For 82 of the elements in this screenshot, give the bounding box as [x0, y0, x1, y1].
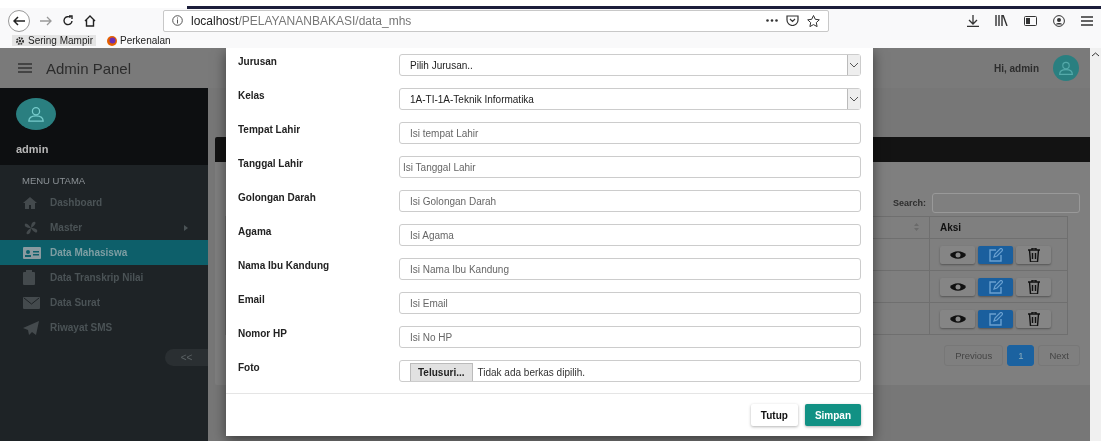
paper-plane-icon: [23, 320, 39, 335]
file-input-field[interactable]: Telusuri... Tidak ada berkas dipilih.: [399, 360, 861, 382]
delete-button[interactable]: [1016, 245, 1051, 264]
more-dots-icon[interactable]: [766, 19, 778, 22]
dropdown-field[interactable]: Pilih Jurusan..: [399, 54, 861, 76]
trash-icon: [1027, 279, 1040, 294]
avatar-icon: [16, 98, 56, 130]
save-button[interactable]: Simpan: [804, 404, 861, 426]
fan-icon: [23, 219, 39, 236]
home-icon[interactable]: [84, 14, 96, 27]
address-bar[interactable]: localhost/PELAYANANBAKASI/data_mhs: [163, 9, 829, 32]
page-button[interactable]: 1: [1007, 345, 1035, 366]
date-field[interactable]: Isi Tanggal Lahir: [399, 156, 861, 178]
chevron-down-icon: [850, 96, 858, 102]
menu-section-title: MENU UTAMA: [21, 174, 87, 188]
field-label: Nama Ibu Kandung: [238, 259, 331, 271]
input-field[interactable]: Isi Email: [399, 292, 861, 314]
id-card-icon: [23, 246, 41, 259]
scroll-up-icon[interactable]: [1092, 52, 1099, 57]
close-button[interactable]: Tutup: [750, 404, 798, 426]
field-label: Tanggal Lahir: [238, 157, 304, 169]
menu-icon[interactable]: [1081, 15, 1093, 26]
view-button[interactable]: [940, 277, 975, 296]
field-label: Email: [238, 293, 266, 305]
field-label: Kelas: [238, 89, 266, 101]
forward-icon[interactable]: [40, 15, 52, 26]
bookmark-item[interactable]: Sering Mampir: [12, 35, 97, 46]
browser-logo-icon: [107, 35, 118, 46]
url-text: localhost/PELAYANANBAKASI/data_mhs: [191, 13, 413, 28]
sidebar-icon[interactable]: [1024, 15, 1037, 26]
field-label: Foto: [238, 361, 261, 373]
scrollbar[interactable]: [1090, 48, 1101, 441]
browse-button[interactable]: Telusuri...: [410, 363, 473, 381]
field-label: Jurusan: [238, 55, 278, 67]
download-icon[interactable]: [967, 14, 979, 27]
trash-icon: [1027, 247, 1040, 262]
delete-button[interactable]: [1016, 277, 1051, 296]
field-label: Nomor HP: [238, 327, 288, 339]
eye-icon: [949, 281, 966, 292]
field-label: Golongan Darah: [238, 191, 317, 203]
reload-icon[interactable]: [62, 14, 74, 27]
search-field[interactable]: [932, 193, 1080, 213]
back-button[interactable]: [8, 9, 30, 32]
input-field[interactable]: Isi tempat Lahir: [399, 122, 861, 144]
envelope-icon: [23, 296, 40, 309]
collapse-button[interactable]: <<: [165, 349, 208, 366]
column-header: Aksi: [929, 216, 1068, 239]
eye-icon: [949, 313, 966, 324]
view-button[interactable]: [940, 245, 975, 264]
view-button[interactable]: [940, 309, 975, 328]
previous-button[interactable]: Previous: [944, 345, 1004, 366]
user-name: admin: [16, 143, 50, 155]
account-icon[interactable]: [1053, 14, 1065, 27]
delete-button[interactable]: [1016, 309, 1051, 328]
dropdown-field[interactable]: 1A-TI-1A-Teknik Informatika: [399, 88, 861, 110]
edit-icon: [988, 247, 1003, 262]
file-status: Tidak ada berkas dipilih.: [477, 367, 585, 380]
star-icon[interactable]: [807, 14, 820, 27]
eye-icon: [949, 249, 966, 260]
app-title: Admin Panel: [46, 59, 132, 77]
edit-icon: [988, 311, 1003, 326]
field-label: Agama: [238, 225, 273, 237]
field-label: Tempat Lahir: [238, 123, 302, 135]
sidebar-item-label: Data Mahasiswa: [50, 247, 128, 258]
gear-icon: [15, 35, 25, 46]
pocket-icon[interactable]: [786, 15, 799, 26]
greeting-text: Hi, admin: [994, 62, 1039, 74]
clipboard-icon: [23, 270, 35, 285]
library-icon[interactable]: [995, 15, 1008, 26]
input-field[interactable]: Isi No HP: [399, 326, 861, 348]
edit-icon: [988, 279, 1003, 294]
back-arrow-icon: [13, 15, 25, 26]
trash-icon: [1027, 311, 1040, 326]
bookmark-item[interactable]: Perkenalan: [104, 35, 174, 46]
input-field[interactable]: Isi Agama: [399, 224, 861, 246]
input-field[interactable]: Isi Nama Ibu Kandung: [399, 258, 861, 280]
info-icon: [172, 15, 183, 26]
input-field[interactable]: Isi Golongan Darah: [399, 190, 861, 212]
home-icon: [23, 196, 37, 209]
chevron-down-icon: [850, 62, 858, 68]
search-label: Search:: [892, 198, 926, 208]
sidebar-item[interactable]: Data Mahasiswa: [0, 240, 208, 265]
